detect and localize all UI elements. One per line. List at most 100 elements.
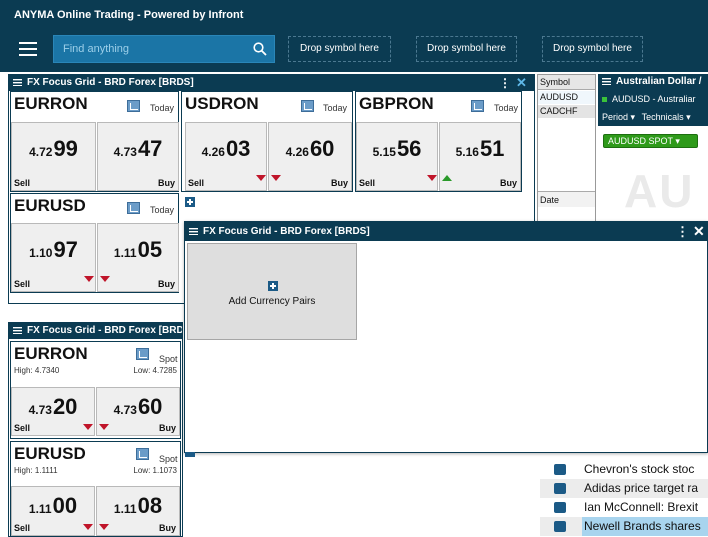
- news-item[interactable]: Chevron's stock stoc: [540, 460, 708, 479]
- sell-button[interactable]: 4.2603 Sell: [185, 122, 267, 191]
- buy-button[interactable]: 1.1105 Buy: [97, 223, 179, 292]
- search-input[interactable]: [54, 36, 244, 62]
- symbol-column-header[interactable]: Symbol: [538, 75, 595, 90]
- buy-label: Buy: [157, 178, 175, 188]
- aud-panel-subheader: AUDUSD - Australiar: [598, 91, 708, 108]
- sell-price-prefix: 4.72: [29, 145, 53, 159]
- chart-icon[interactable]: [136, 448, 149, 460]
- buy-button[interactable]: 4.2660 Buy: [268, 122, 352, 191]
- drop-symbol-slot-1[interactable]: Drop symbol here: [288, 36, 391, 62]
- tile-mode: Today: [323, 103, 348, 113]
- buy-label: Buy: [499, 178, 517, 188]
- news-icon: [554, 483, 566, 494]
- price-down-icon: [100, 276, 110, 282]
- fx-grid-top-title: FX Focus Grid - BRD Forex [BRDS]: [27, 77, 194, 88]
- menu-icon[interactable]: [19, 42, 37, 56]
- buy-button[interactable]: 5.1651 Buy: [439, 122, 521, 191]
- close-icon[interactable]: ✕: [516, 75, 527, 91]
- news-headline: Adidas price target ra: [584, 481, 699, 495]
- menu-icon[interactable]: [189, 227, 198, 235]
- buy-price-prefix: 1.11: [113, 246, 137, 260]
- news-headline: Chevron's stock stoc: [584, 462, 695, 476]
- buy-button[interactable]: 4.7360 Buy: [96, 387, 180, 436]
- add-currency-pairs-label: Add Currency Pairs: [228, 296, 316, 307]
- price-down-icon: [427, 175, 437, 181]
- buy-label: Buy: [158, 423, 176, 433]
- sell-label: Sell: [359, 178, 376, 188]
- symbol-row[interactable]: AUDUSD: [538, 91, 595, 104]
- search-icon[interactable]: [253, 42, 267, 56]
- tile-mode: Today: [494, 103, 519, 113]
- sell-label: Sell: [14, 523, 31, 533]
- tile-mode: Today: [150, 103, 175, 113]
- close-icon[interactable]: ✕: [693, 222, 705, 241]
- news-headline: Newell Brands shares: [582, 517, 708, 536]
- search-box[interactable]: [53, 35, 275, 63]
- chart-icon[interactable]: [127, 202, 140, 214]
- news-item[interactable]: Adidas price target ra: [540, 479, 708, 498]
- sell-price-prefix: 4.73: [28, 403, 52, 417]
- chart-icon[interactable]: [136, 348, 149, 360]
- app-title: ANYMA Online Trading - Powered by Infron…: [0, 0, 708, 28]
- news-item[interactable]: Ian McConnell: Brexit: [540, 498, 708, 517]
- buy-price-pips: 05: [137, 237, 163, 262]
- overlay-header: FX Focus Grid - BRD Forex [BRDS] ⋮ ✕: [185, 222, 707, 241]
- spot-dropdown[interactable]: AUDUSD SPOT ▾: [603, 134, 698, 148]
- chart-icon[interactable]: [301, 100, 314, 112]
- news-item[interactable]: Newell Brands shares: [540, 517, 708, 536]
- tile-pair-name: GBPRON: [359, 94, 434, 113]
- news-icon: [554, 502, 566, 513]
- sell-label: Sell: [14, 423, 31, 433]
- buy-button[interactable]: 1.1108 Buy: [96, 486, 180, 536]
- sell-price-pips: 20: [52, 394, 78, 419]
- day-high: High: 1.1111: [14, 466, 58, 475]
- sell-button[interactable]: 1.1097 Sell: [11, 223, 96, 292]
- tile-mode: Spot: [159, 454, 178, 464]
- more-options-icon[interactable]: ⋮: [676, 222, 689, 241]
- technicals-menu[interactable]: Technicals ▾: [642, 112, 691, 122]
- price-down-icon: [256, 175, 266, 181]
- sell-button[interactable]: 1.1100 Sell: [11, 486, 95, 536]
- tile-mode: Today: [150, 205, 175, 215]
- buy-button[interactable]: 4.7347 Buy: [97, 122, 179, 191]
- sell-price-pips: 99: [53, 136, 78, 161]
- tile-eurusd-spot: EURUSD Spot High: 1.1111 Low: 1.1073 1.1…: [10, 441, 181, 537]
- menu-icon[interactable]: [602, 77, 611, 85]
- chart-watermark: AU: [624, 165, 695, 217]
- menu-icon[interactable]: [13, 78, 22, 86]
- sell-button[interactable]: 4.7299 Sell: [11, 122, 96, 191]
- add-tile-icon[interactable]: [185, 197, 195, 207]
- chart-icon[interactable]: [471, 100, 484, 112]
- main-toolbar: Drop symbol here Drop symbol here Drop s…: [0, 28, 708, 72]
- price-down-icon: [99, 524, 109, 530]
- period-menu[interactable]: Period ▾: [602, 112, 635, 122]
- status-dot-icon: [602, 97, 607, 103]
- symbol-row[interactable]: CADCHF: [538, 105, 595, 118]
- tile-eurron-today: EURRON Today 4.7299 Sell 4.7347 Buy: [10, 91, 179, 192]
- news-icon: [554, 464, 566, 475]
- fx-grid-top-header: FX Focus Grid - BRD Forex [BRDS] ⋮ ✕: [9, 75, 534, 91]
- date-column-header[interactable]: Date: [538, 191, 595, 207]
- sell-price-pips: 00: [52, 493, 78, 518]
- tile-pair-name: EURRON: [14, 344, 88, 363]
- sell-button[interactable]: 5.1556 Sell: [356, 122, 438, 191]
- sell-price-prefix: 1.11: [28, 502, 52, 516]
- drop-symbol-slot-3[interactable]: Drop symbol here: [542, 36, 643, 62]
- price-down-icon: [84, 276, 94, 282]
- tile-usdron-today: USDRON Today 4.2603 Sell 4.2660 Buy: [181, 91, 353, 192]
- add-tile-icon[interactable]: [185, 452, 195, 457]
- sell-label: Sell: [188, 178, 205, 188]
- drop-symbol-slot-2[interactable]: Drop symbol here: [416, 36, 517, 62]
- buy-label: Buy: [158, 523, 176, 533]
- add-currency-pairs-button[interactable]: Add Currency Pairs: [187, 243, 357, 340]
- menu-icon[interactable]: [13, 326, 22, 334]
- aud-panel-menu: Period ▾ Technicals ▾: [598, 108, 708, 126]
- sell-button[interactable]: 4.7320 Sell: [11, 387, 95, 436]
- buy-price-prefix: 4.73: [113, 145, 137, 159]
- tile-mode: Spot: [159, 354, 178, 364]
- more-options-icon[interactable]: ⋮: [499, 75, 511, 91]
- chart-icon[interactable]: [127, 100, 140, 112]
- buy-price-prefix: 1.11: [113, 502, 137, 516]
- buy-label: Buy: [157, 279, 175, 289]
- price-down-icon: [83, 424, 93, 430]
